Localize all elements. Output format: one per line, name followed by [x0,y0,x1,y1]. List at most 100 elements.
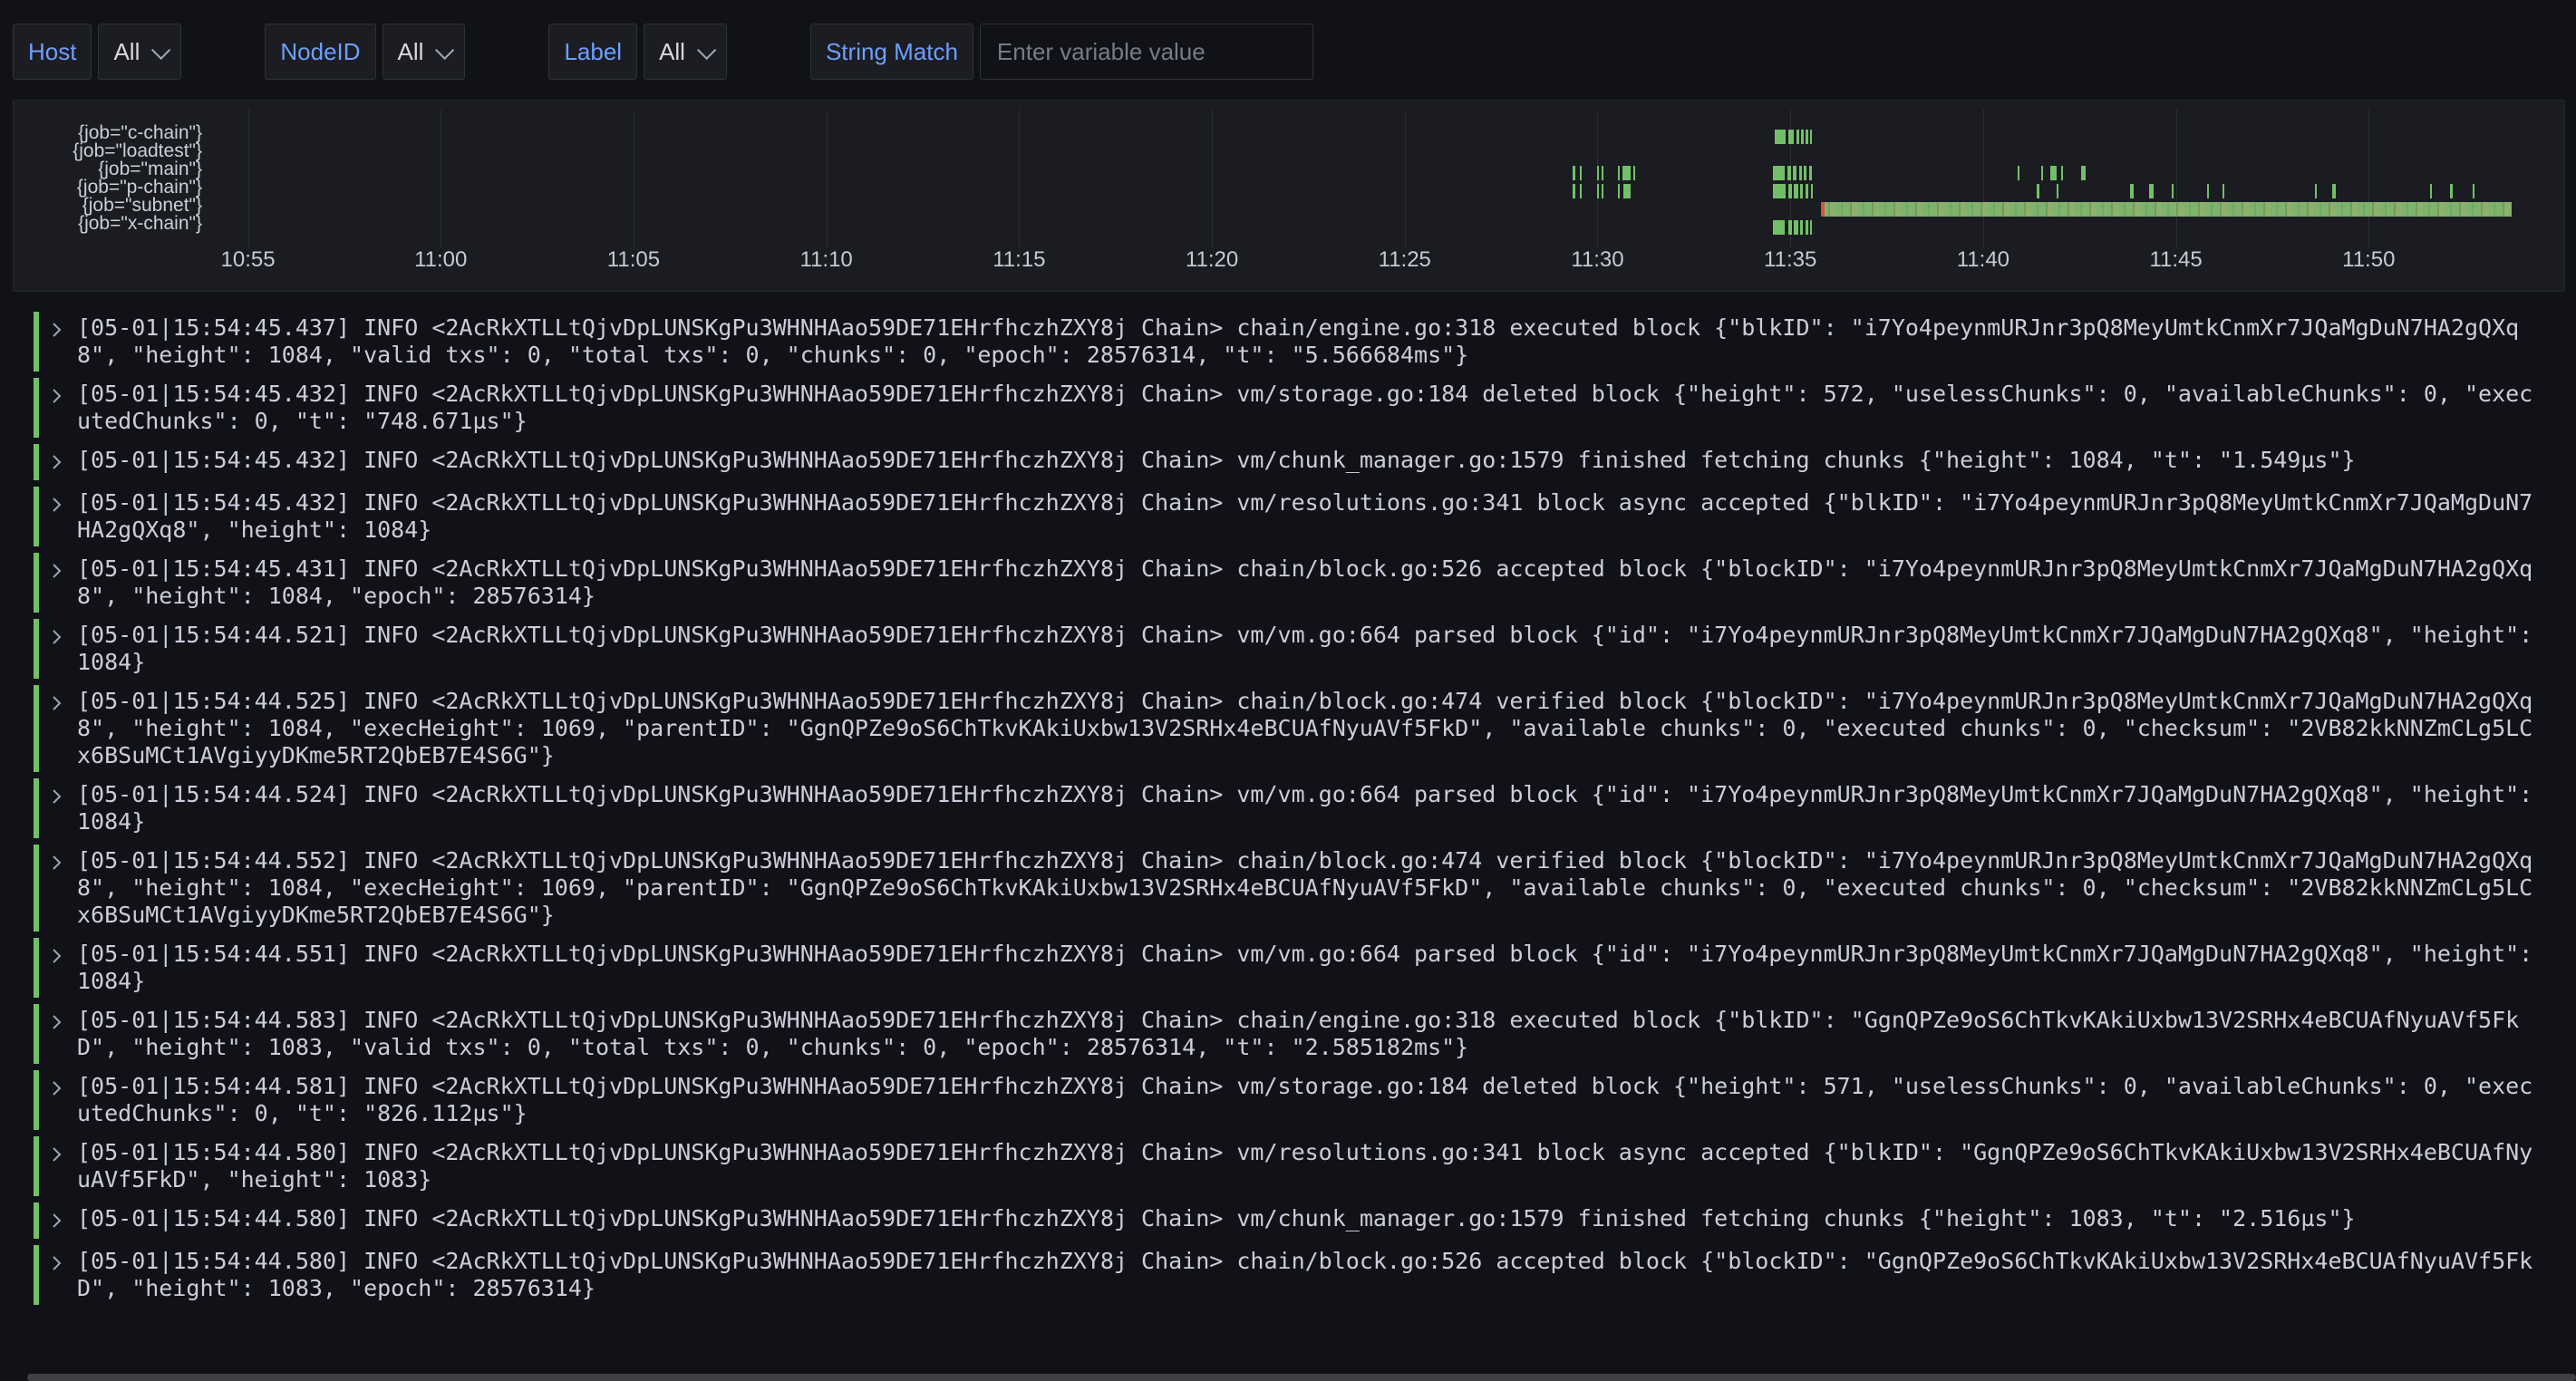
log-volume-mark [1580,166,1582,180]
log-volume-panel: {job="c-chain"}{job="loadtest"}{job="mai… [13,100,2565,292]
time-axis: 10:5511:0011:0511:1011:1511:2011:2511:30… [209,247,2561,280]
gridline [1019,110,1020,247]
log-row-text: [05-01|15:54:44.580] INFO <2AcRkXTLLtQjv… [77,1248,2540,1302]
expand-log-row-icon[interactable] [50,489,77,520]
gridline [1212,110,1213,247]
time-tick-label: 11:20 [1186,247,1238,273]
gridline [248,110,249,247]
log-volume-mark [1787,166,1791,180]
log-volume-mark [2057,184,2058,198]
log-row[interactable]: [05-01|15:54:45.437] INFO <2AcRkXTLLtQjv… [34,312,2540,372]
label-filter-select[interactable]: All [644,24,727,80]
log-row-text: [05-01|15:54:45.431] INFO <2AcRkXTLLtQjv… [77,555,2540,610]
log-volume-mark [1788,184,1792,198]
chevron-down-icon [697,40,716,59]
log-volume-mark [1801,130,1804,144]
log-volume-mark [1804,166,1806,180]
log-volume-mark [1597,166,1599,180]
log-row-text: [05-01|15:54:44.580] INFO <2AcRkXTLLtQjv… [77,1139,2540,1193]
time-tick-label: 11:30 [1571,247,1623,273]
expand-log-row-icon[interactable] [50,314,77,345]
log-volume-mark [1775,130,1786,144]
expand-log-row-icon[interactable] [50,447,77,478]
log-row[interactable]: [05-01|15:54:45.432] INFO <2AcRkXTLLtQjv… [34,487,2540,546]
expand-log-row-icon[interactable] [50,1139,77,1170]
log-row[interactable]: [05-01|15:54:44.580] INFO <2AcRkXTLLtQjv… [34,1245,2540,1305]
expand-log-row-icon[interactable] [50,1248,77,1279]
time-tick-label: 11:40 [1957,247,2009,273]
expand-log-row-icon[interactable] [50,381,77,411]
log-row[interactable]: [05-01|15:54:44.580] INFO <2AcRkXTLLtQjv… [34,1136,2540,1196]
log-row[interactable]: [05-01|15:54:44.581] INFO <2AcRkXTLLtQjv… [34,1070,2540,1130]
log-volume-mark [2315,184,2317,198]
log-row[interactable]: [05-01|15:54:44.524] INFO <2AcRkXTLLtQjv… [34,778,2540,838]
log-volume-mark [2037,184,2039,198]
log-row-text: [05-01|15:54:45.437] INFO <2AcRkXTLLtQjv… [77,314,2540,369]
host-filter-select[interactable]: All [98,24,181,80]
log-volume-mark [1794,184,1797,198]
log-row-text: [05-01|15:54:45.432] INFO <2AcRkXTLLtQjv… [77,489,2540,544]
chevron-down-icon [435,40,454,59]
log-row[interactable]: [05-01|15:54:44.525] INFO <2AcRkXTLLtQjv… [34,685,2540,772]
expand-log-row-icon[interactable] [50,688,77,719]
horizontal-scrollbar[interactable] [27,1374,2576,1381]
log-volume-plot[interactable] [209,110,2561,247]
log-volume-mark [1773,220,1785,235]
log-row-text: [05-01|15:54:44.583] INFO <2AcRkXTLLtQjv… [77,1007,2540,1061]
log-row[interactable]: [05-01|15:54:44.551] INFO <2AcRkXTLLtQjv… [34,938,2540,998]
log-volume-mark [1821,202,2511,217]
nodeid-filter-select[interactable]: All [383,24,466,80]
nodeid-filter-label: NodeID [265,24,375,80]
log-row-text: [05-01|15:54:44.525] INFO <2AcRkXTLLtQjv… [77,688,2540,769]
expand-log-row-icon[interactable] [50,622,77,652]
log-volume-mark [1809,166,1811,180]
string-match-input[interactable] [980,24,1313,80]
log-row[interactable]: [05-01|15:54:45.431] INFO <2AcRkXTLLtQjv… [34,553,2540,613]
time-tick-label: 11:45 [2149,247,2202,273]
log-row[interactable]: [05-01|15:54:45.432] INFO <2AcRkXTLLtQjv… [34,378,2540,438]
time-tick-label: 11:50 [2342,247,2395,273]
series-label: {job="x-chain"} [14,215,202,233]
log-volume-mark [2018,166,2019,180]
log-volume-mark [1788,130,1794,144]
log-volume-mark [2081,166,2086,180]
log-volume-mark [1800,184,1803,198]
log-volume-mark [1622,166,1631,180]
log-volume-mark [1811,184,1813,198]
log-row[interactable]: [05-01|15:54:44.552] INFO <2AcRkXTLLtQjv… [34,845,2540,932]
host-filter-label: Host [13,24,92,80]
nodeid-filter-value: All [398,38,424,66]
time-tick-label: 11:00 [414,247,467,273]
log-rows-list: [05-01|15:54:45.437] INFO <2AcRkXTLLtQjv… [34,312,2540,1305]
expand-log-row-icon[interactable] [50,847,77,878]
expand-log-row-icon[interactable] [50,555,77,586]
log-row[interactable]: [05-01|15:54:44.583] INFO <2AcRkXTLLtQjv… [34,1004,2540,1064]
log-row[interactable]: [05-01|15:54:44.580] INFO <2AcRkXTLLtQjv… [34,1202,2540,1239]
log-volume-mark [1810,220,1812,235]
log-volume-mark [1573,166,1575,180]
log-volume-mark [2050,166,2056,180]
expand-log-row-icon[interactable] [50,1007,77,1038]
gridline [2176,110,2177,247]
log-row-text: [05-01|15:54:44.551] INFO <2AcRkXTLLtQjv… [77,941,2540,995]
log-row[interactable]: [05-01|15:54:44.521] INFO <2AcRkXTLLtQjv… [34,619,2540,679]
log-volume-mark [2172,184,2174,198]
expand-log-row-icon[interactable] [50,1205,77,1236]
log-row-text: [05-01|15:54:44.524] INFO <2AcRkXTLLtQjv… [77,781,2540,835]
log-row[interactable]: [05-01|15:54:45.432] INFO <2AcRkXTLLtQjv… [34,444,2540,480]
log-volume-mark [1806,220,1808,235]
log-volume-mark [1810,130,1812,144]
log-volume-mark [1773,184,1786,198]
log-volume-mark [1597,184,1599,198]
log-volume-mark [1800,220,1803,235]
expand-log-row-icon[interactable] [50,1073,77,1104]
log-volume-mark [1796,130,1799,144]
log-volume-mark [1794,220,1797,235]
label-filter-value: All [659,38,685,66]
time-tick-label: 11:25 [1379,247,1431,273]
series-labels: {job="c-chain"}{job="loadtest"}{job="mai… [14,124,202,233]
expand-log-row-icon[interactable] [50,781,77,812]
log-volume-mark [2041,166,2043,180]
log-volume-mark [2130,184,2134,198]
expand-log-row-icon[interactable] [50,941,77,971]
